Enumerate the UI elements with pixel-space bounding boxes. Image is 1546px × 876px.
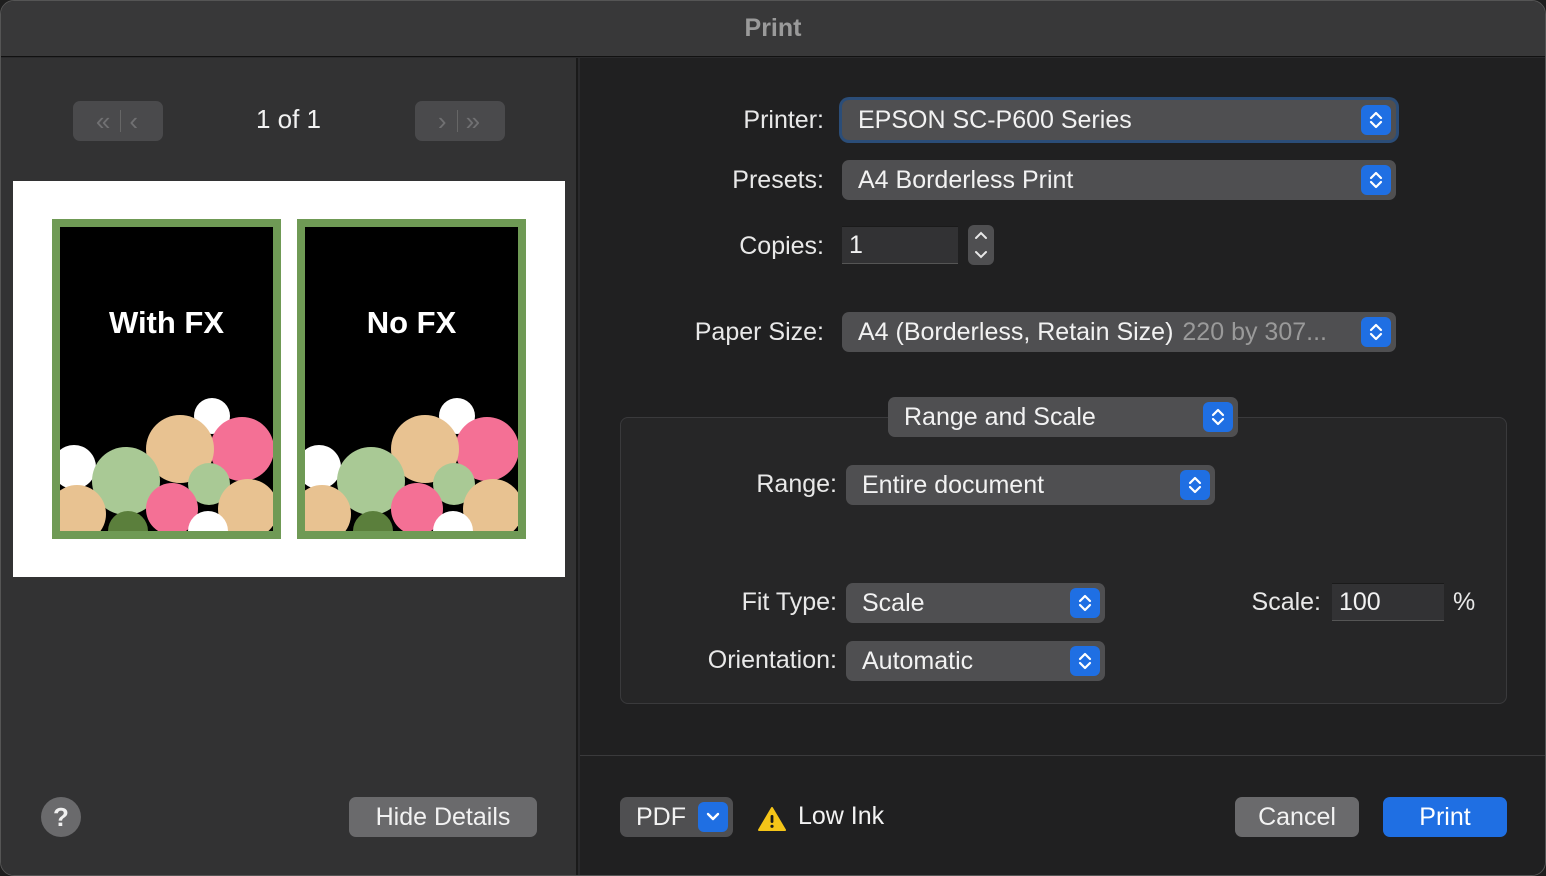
- printer-popup[interactable]: EPSON SC-P600 Series: [842, 100, 1396, 140]
- orientation-value: Automatic: [862, 646, 974, 675]
- prev-page-nav[interactable]: « ‹: [73, 101, 163, 141]
- updown-chevron-icon: [1361, 105, 1391, 135]
- section-menu-popup[interactable]: Range and Scale: [888, 397, 1238, 437]
- next-page-icon[interactable]: ›: [438, 106, 449, 137]
- help-button[interactable]: ?: [41, 797, 81, 837]
- scale-unit: %: [1453, 588, 1476, 616]
- cancel-button[interactable]: Cancel: [1235, 797, 1359, 837]
- nav-separator: [456, 110, 458, 132]
- range-popup[interactable]: Entire document: [846, 465, 1215, 505]
- print-dialog: Print « ‹ 1 of 1 › » With FX No FX ? Hid…: [0, 0, 1546, 876]
- title-bar: Print: [1, 1, 1545, 57]
- settings-pane: Printer: EPSON SC-P600 Series Presets: A…: [580, 58, 1545, 875]
- pdf-menu-button[interactable]: PDF: [620, 797, 733, 837]
- next-page-nav[interactable]: › »: [415, 101, 505, 141]
- paper-size-value: A4 (Borderless, Retain Size): [858, 317, 1174, 346]
- scale-label: Scale:: [1251, 588, 1321, 616]
- preview-card-no-fx: No FX: [297, 219, 526, 539]
- card-image: No FX: [305, 227, 518, 531]
- pdf-label: PDF: [636, 802, 686, 831]
- copies-stepper[interactable]: [968, 225, 994, 265]
- warning-icon: [758, 807, 786, 831]
- copies-field[interactable]: 1: [842, 226, 958, 264]
- bubble: [305, 445, 341, 489]
- updown-chevron-icon: [1361, 317, 1391, 347]
- updown-chevron-icon: [1203, 402, 1233, 432]
- range-label: Range:: [756, 470, 837, 498]
- low-ink-status: Low Ink: [798, 802, 885, 830]
- bubble: [353, 511, 393, 531]
- first-page-icon[interactable]: «: [96, 106, 112, 137]
- section-menu-value: Range and Scale: [904, 402, 1096, 431]
- window-title: Print: [744, 14, 802, 42]
- presets-value: A4 Borderless Print: [858, 165, 1074, 194]
- fit-type-label: Fit Type:: [741, 588, 837, 616]
- preview-card-with-fx: With FX: [52, 219, 281, 539]
- updown-chevron-icon: [1070, 588, 1100, 618]
- prev-page-icon[interactable]: ‹: [129, 106, 140, 137]
- paper-size-label: Paper Size:: [694, 318, 824, 346]
- presets-label: Presets:: [732, 166, 824, 194]
- presets-popup[interactable]: A4 Borderless Print: [842, 160, 1396, 200]
- updown-chevron-icon: [1361, 165, 1391, 195]
- last-page-icon[interactable]: »: [466, 106, 482, 137]
- range-and-scale-group: Range: Entire document Fit Type: Scale S…: [620, 417, 1507, 704]
- copies-label: Copies:: [739, 232, 824, 260]
- card-image: With FX: [60, 227, 273, 531]
- paper-size-detail: 220 by 307...: [1182, 317, 1327, 346]
- card-label: No FX: [366, 305, 457, 340]
- orientation-label: Orientation:: [707, 646, 837, 674]
- updown-chevron-icon: [1180, 470, 1210, 500]
- nav-separator: [120, 110, 122, 132]
- page-indicator: 1 of 1: [255, 104, 322, 134]
- paper-size-popup[interactable]: A4 (Borderless, Retain Size) 220 by 307.…: [842, 312, 1396, 352]
- preview-pane: « ‹ 1 of 1 › » With FX No FX ? Hide Deta…: [1, 58, 578, 875]
- bubble: [60, 445, 96, 489]
- scale-field[interactable]: 100: [1332, 583, 1444, 621]
- footer-divider: [580, 755, 1545, 756]
- hide-details-button[interactable]: Hide Details: [349, 797, 537, 837]
- print-button[interactable]: Print: [1383, 797, 1507, 837]
- bubble: [108, 511, 148, 531]
- chevron-down-icon[interactable]: [698, 802, 728, 832]
- print-preview-page: With FX No FX: [13, 181, 565, 577]
- printer-label: Printer:: [743, 106, 824, 134]
- card-label: With FX: [108, 305, 225, 340]
- range-value: Entire document: [862, 470, 1045, 499]
- orientation-popup[interactable]: Automatic: [846, 641, 1105, 681]
- stepper-up-icon[interactable]: [974, 230, 988, 240]
- printer-value: EPSON SC-P600 Series: [858, 105, 1132, 134]
- updown-chevron-icon: [1070, 646, 1100, 676]
- fit-type-popup[interactable]: Scale: [846, 583, 1105, 623]
- fit-type-value: Scale: [862, 588, 925, 617]
- stepper-down-icon[interactable]: [974, 250, 988, 260]
